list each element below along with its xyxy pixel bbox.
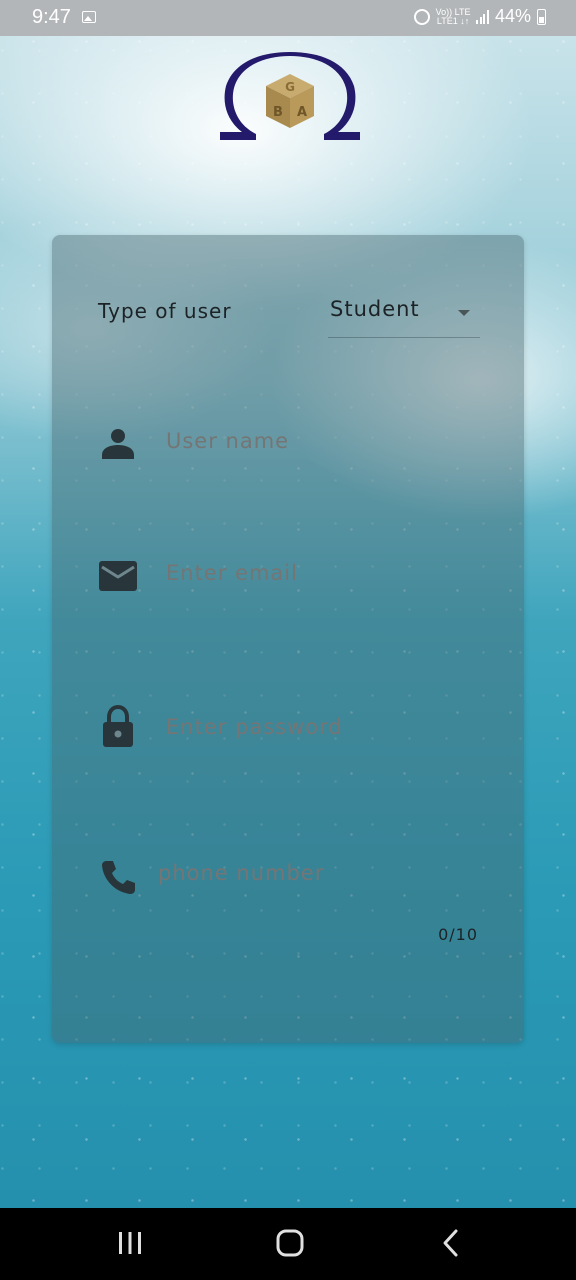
system-nav-bar [0,1208,576,1280]
screen: 9:47 Vo)) LTE LTE1 ↓↑ 44% G B A Type of … [0,0,576,1280]
logo-letter-g: G [285,80,295,94]
user-type-label: Type of user [98,299,232,323]
phone-field[interactable] [98,857,478,897]
network-bottom: LTE1 ↓↑ [436,15,470,26]
network-label: Vo)) LTE LTE1 ↓↑ [436,7,471,26]
dropdown-arrow-icon [458,310,470,316]
lock-icon [103,705,133,747]
status-bar: 9:47 Vo)) LTE LTE1 ↓↑ 44% [0,0,576,36]
password-input[interactable] [166,715,466,739]
email-icon [99,561,137,591]
username-input[interactable] [166,429,466,453]
phone-input[interactable] [158,861,458,885]
alarm-icon [413,8,430,25]
battery-percent: 44% [494,6,531,26]
gba-cube: G B A [266,74,314,128]
recent-apps-button[interactable] [110,1226,150,1262]
logo-letter-a: A [297,105,307,120]
logo-letter-b: B [273,105,283,120]
app-logo: G B A [220,52,360,140]
email-input[interactable] [166,561,466,585]
battery-icon [537,8,546,25]
home-button[interactable] [270,1226,310,1262]
email-field[interactable] [98,557,478,597]
user-type-value: Student [330,297,420,321]
phone-character-counter: 0/10 [438,925,478,944]
gallery-icon [82,11,96,23]
signal-icon [476,9,489,24]
signup-card: Type of user Student User name Enter ema… [52,235,524,1043]
back-button[interactable] [432,1226,472,1262]
phone-icon [102,861,135,894]
status-time: 9:47 [32,6,71,28]
password-field[interactable] [98,705,478,749]
user-type-dropdown[interactable]: Student [328,287,480,338]
status-icons: Vo)) LTE LTE1 ↓↑ 44% [413,6,546,27]
username-field[interactable] [98,425,478,465]
person-icon [102,429,134,459]
